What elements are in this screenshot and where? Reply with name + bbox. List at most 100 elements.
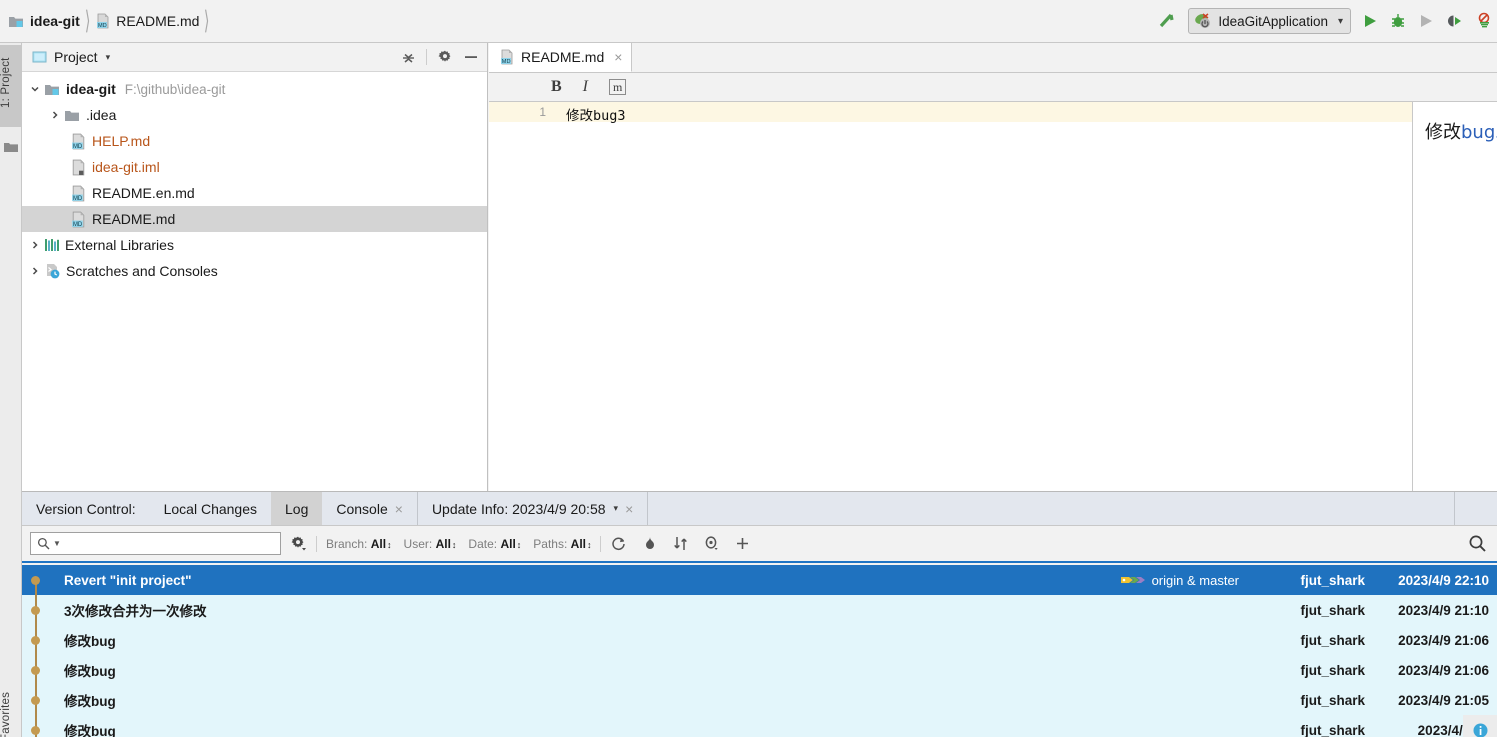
show-root-icon[interactable] (703, 535, 720, 552)
tree-row[interactable]: External Libraries (22, 232, 487, 258)
toolbar-divider (426, 49, 427, 65)
svg-text:MD: MD (98, 23, 107, 29)
breadcrumb: idea-git ⟩ MD README.md ⟩ (0, 0, 215, 42)
libraries-icon (44, 238, 60, 252)
chevron-down-icon[interactable] (26, 84, 44, 94)
commit-date: 2023/4/9 21:05 (1398, 692, 1489, 708)
commit-author: fjut_shark (1300, 692, 1365, 708)
markdown-file-icon: MD (70, 185, 87, 202)
markdown-file-icon: MD (95, 13, 111, 29)
graph-commit-dot (31, 726, 40, 735)
tree-row[interactable]: idea-git.iml (22, 154, 487, 180)
filter-user[interactable]: User: All↕ (404, 537, 457, 551)
breadcrumb-item-file[interactable]: MD README.md (95, 13, 199, 29)
table-row[interactable]: 修改bug fjut_shark 2023/4/9 21:05 (22, 685, 1497, 715)
chevron-right-icon[interactable] (26, 266, 44, 276)
run-icon[interactable] (1361, 12, 1379, 30)
folder-icon (64, 108, 81, 123)
profile-icon[interactable] (1445, 12, 1465, 30)
commit-date: 2023/4/9 21:06 (1398, 662, 1489, 678)
editor-gutter[interactable]: 1 (489, 102, 555, 491)
code-editor[interactable]: 修改bug3 (555, 102, 1497, 491)
table-row[interactable]: 修改bug fjut_shark 2023/4/9 21:06 (22, 625, 1497, 655)
chevron-down-icon[interactable]: ▾ (614, 503, 619, 514)
search-dropdown-icon[interactable]: ▼ (53, 539, 61, 548)
filter-label: Paths: (533, 536, 568, 551)
gear-icon[interactable] (437, 49, 453, 65)
breadcrumb-label: README.md (116, 13, 200, 29)
graph-commit-dot (31, 606, 40, 615)
left-tool-stripe: 1: Project Favorites (0, 43, 22, 737)
filter-branch[interactable]: Branch: All↕ (326, 537, 391, 551)
updown-icon: ↕ (387, 539, 391, 550)
filter-date[interactable]: Date: All↕ (468, 536, 521, 551)
italic-button[interactable]: I (583, 78, 588, 96)
run-configuration-selector[interactable]: IdeaGitApplication ▾ (1188, 8, 1351, 34)
sidebar-item-favorites[interactable]: Favorites (0, 683, 22, 737)
editor-area: MD README.md × B I m 1 修改bug3 修改bug (489, 43, 1497, 491)
cherry-pick-icon[interactable] (641, 535, 658, 552)
project-panel-title: Project (54, 49, 98, 65)
chevron-right-icon[interactable] (46, 110, 64, 120)
filter-label: Date: (468, 536, 498, 551)
tab-strip-end (1455, 492, 1497, 525)
tab-update-info[interactable]: Update Info: 2023/4/9 20:58 ▾ × (418, 492, 647, 525)
commit-graph-cell (22, 655, 64, 685)
bold-button[interactable]: B (551, 78, 562, 96)
breadcrumb-item-project[interactable]: idea-git (8, 13, 80, 29)
markdown-file-icon: MD (70, 211, 87, 228)
toolbar-divider (599, 535, 601, 552)
run-with-coverage-icon[interactable] (1417, 12, 1435, 30)
close-icon[interactable]: × (395, 501, 403, 517)
code-button[interactable]: m (609, 79, 627, 95)
hide-icon[interactable] (463, 49, 479, 65)
tree-label: README.md (92, 211, 176, 227)
stop-icon[interactable] (1475, 12, 1493, 30)
table-row[interactable]: 修改bug fjut_shark 2023/4/9 21:06 (22, 655, 1497, 685)
tree-row[interactable]: MD HELP.md (22, 128, 487, 154)
breadcrumb-separator-icon: ⟩ (84, 6, 91, 36)
preview-heading: 修改bug3 (1413, 102, 1497, 144)
commit-graph-cell (22, 685, 64, 715)
editor-tab-readme[interactable]: MD README.md × (489, 43, 633, 72)
gear-icon[interactable] (290, 535, 307, 552)
commit-subject: 3次修改合并为一次修改 (64, 604, 207, 619)
close-icon[interactable]: × (625, 501, 633, 517)
add-icon[interactable] (734, 535, 751, 552)
search-input[interactable]: ▼ (30, 532, 281, 555)
tree-row-selected[interactable]: MD README.md (22, 206, 487, 232)
tree-row[interactable]: idea-git F:\github\idea-git (22, 76, 487, 102)
tree-module-path: F:\github\idea-git (124, 81, 226, 97)
tab-local-changes[interactable]: Local Changes (150, 492, 271, 525)
chevron-right-icon[interactable] (26, 240, 44, 250)
commit-log-table[interactable]: Revert "init project" origin & master fj… (22, 565, 1497, 737)
build-hammer-icon[interactable] (1156, 10, 1178, 32)
table-row[interactable]: Revert "init project" origin & master fj… (22, 565, 1497, 595)
markdown-preview-pane: 修改bug3 (1412, 102, 1497, 491)
intellisort-icon[interactable] (672, 535, 689, 552)
toolbar-divider (316, 535, 317, 552)
debug-icon[interactable] (1389, 12, 1407, 30)
tab-console[interactable]: Console × (322, 492, 417, 525)
sidebar-item-project[interactable]: 1: Project (0, 45, 22, 127)
tab-log[interactable]: Log (271, 492, 323, 525)
table-row[interactable]: 3次修改合并为一次修改 fjut_shark 2023/4/9 21:10 (22, 595, 1497, 625)
filter-paths[interactable]: Paths: All↕ (533, 536, 591, 551)
updown-icon: ↕ (587, 539, 591, 550)
tree-label: idea-git.iml (92, 159, 160, 175)
close-icon[interactable]: × (614, 49, 622, 65)
log-action-icons (610, 535, 751, 552)
info-icon[interactable] (1463, 715, 1497, 737)
refresh-icon[interactable] (610, 535, 627, 552)
project-panel-actions (401, 49, 479, 65)
tree-row[interactable]: Scratches and Consoles (22, 258, 487, 284)
graph-commit-dot (31, 636, 40, 645)
tree-label: Scratches and Consoles (66, 263, 218, 279)
project-tool-window: Project ▾ idea-git F:\github\idea-git .i… (22, 43, 488, 491)
chevron-down-icon[interactable]: ▾ (106, 52, 111, 63)
table-row[interactable]: 修改bug fjut_shark 2023/4/9 21 (22, 715, 1497, 737)
tree-row[interactable]: MD README.en.md (22, 180, 487, 206)
tree-row[interactable]: .idea (22, 102, 487, 128)
collapse-all-icon[interactable] (401, 50, 416, 65)
search-everywhere-icon[interactable] (1468, 534, 1487, 553)
